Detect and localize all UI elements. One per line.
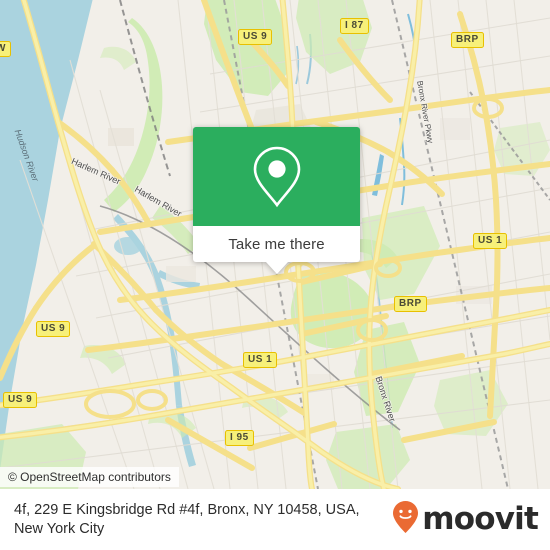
moovit-logo[interactable]: moovit [392, 500, 539, 539]
footer-bar: 4f, 229 E Kingsbridge Rd #4f, Bronx, NY … [0, 489, 550, 550]
location-callout-card[interactable]: Take me there [193, 127, 360, 274]
map-shield-clipped-west[interactable]: W [0, 41, 11, 57]
osm-attribution[interactable]: © OpenStreetMap contributors [0, 467, 179, 487]
map-shield-us-9-mid[interactable]: US 9 [36, 321, 71, 337]
map-shield-us-9-north[interactable]: US 9 [238, 29, 273, 45]
map-shield-us-1-center[interactable]: US 1 [243, 352, 278, 368]
callout-action-bar[interactable]: Take me there [193, 226, 360, 262]
map-shield-i-95[interactable]: I 95 [225, 430, 254, 446]
map-shield-us-1-east[interactable]: US 1 [473, 233, 508, 249]
moovit-map-screenshot: Hudson River Harlem River Harlem River B… [0, 0, 550, 550]
address-text: 4f, 229 E Kingsbridge Rd #4f, Bronx, NY … [14, 501, 360, 537]
moovit-wordmark: moovit [422, 501, 539, 537]
map-pin-icon [249, 144, 305, 210]
map-shield-brp-north[interactable]: BRP [451, 32, 484, 48]
take-me-there-label: Take me there [228, 235, 325, 253]
callout-pointer-tail [265, 262, 288, 274]
map-shield-brp-south[interactable]: BRP [394, 296, 427, 312]
map-shield-us-9-south[interactable]: US 9 [3, 392, 38, 408]
map-shield-i-87[interactable]: I 87 [340, 18, 369, 34]
callout-marker-panel [193, 127, 360, 226]
map-canvas[interactable]: Hudson River Harlem River Harlem River B… [0, 0, 550, 489]
moovit-pin-smiley-icon [392, 500, 419, 539]
